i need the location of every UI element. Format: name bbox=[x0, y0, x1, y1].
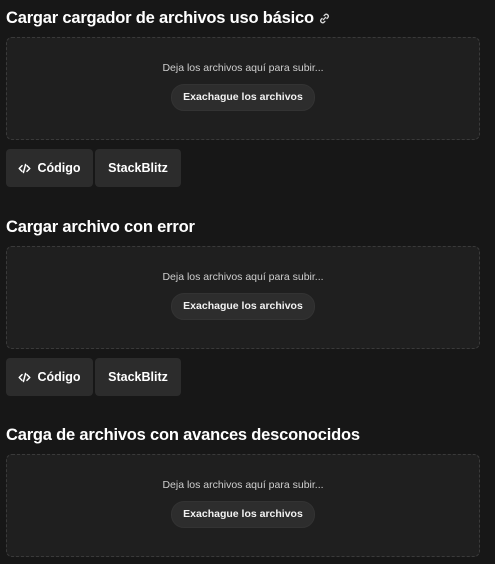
upload-error-section: Cargar archivo con error Deja los archiv… bbox=[6, 216, 480, 396]
file-dropzone[interactable]: Deja los archivos aquí para subir... Exa… bbox=[6, 37, 480, 140]
code-icon bbox=[18, 162, 31, 175]
file-dropzone[interactable]: Deja los archivos aquí para subir... Exa… bbox=[6, 454, 480, 557]
code-button[interactable]: Código bbox=[6, 358, 93, 396]
code-button[interactable]: Código bbox=[6, 149, 93, 187]
stackblitz-button[interactable]: StackBlitz bbox=[95, 149, 181, 187]
dropzone-text: Deja los archivos aquí para subir... bbox=[162, 270, 324, 283]
demo-actions: Código StackBlitz bbox=[6, 149, 480, 187]
browse-files-button[interactable]: Exachague los archivos bbox=[171, 292, 315, 320]
stackblitz-button[interactable]: StackBlitz bbox=[95, 358, 181, 396]
demo-actions: Código StackBlitz bbox=[6, 358, 480, 396]
link-icon[interactable] bbox=[318, 12, 331, 25]
browse-files-button[interactable]: Exachague los archivos bbox=[171, 83, 315, 111]
dropzone-text: Deja los archivos aquí para subir... bbox=[162, 61, 324, 74]
section-title: Carga de archivos con avances desconocid… bbox=[6, 424, 480, 446]
code-button-label: Código bbox=[37, 370, 81, 384]
upload-basic-section: Cargar cargador de archivos uso básico D… bbox=[6, 7, 480, 187]
section-title-text: Cargar cargador de archivos uso básico bbox=[6, 9, 314, 27]
file-dropzone[interactable]: Deja los archivos aquí para subir... Exa… bbox=[6, 246, 480, 349]
section-title-text: Cargar archivo con error bbox=[6, 218, 195, 236]
browse-files-button[interactable]: Exachague los archivos bbox=[171, 500, 315, 528]
code-icon bbox=[18, 371, 31, 384]
section-title: Cargar cargador de archivos uso básico bbox=[6, 7, 480, 29]
section-title: Cargar archivo con error bbox=[6, 216, 480, 238]
upload-indeterminate-section: Carga de archivos con avances desconocid… bbox=[6, 424, 480, 557]
dropzone-text: Deja los archivos aquí para subir... bbox=[162, 478, 324, 491]
section-title-text: Carga de archivos con avances desconocid… bbox=[6, 426, 360, 444]
code-button-label: Código bbox=[37, 161, 81, 175]
